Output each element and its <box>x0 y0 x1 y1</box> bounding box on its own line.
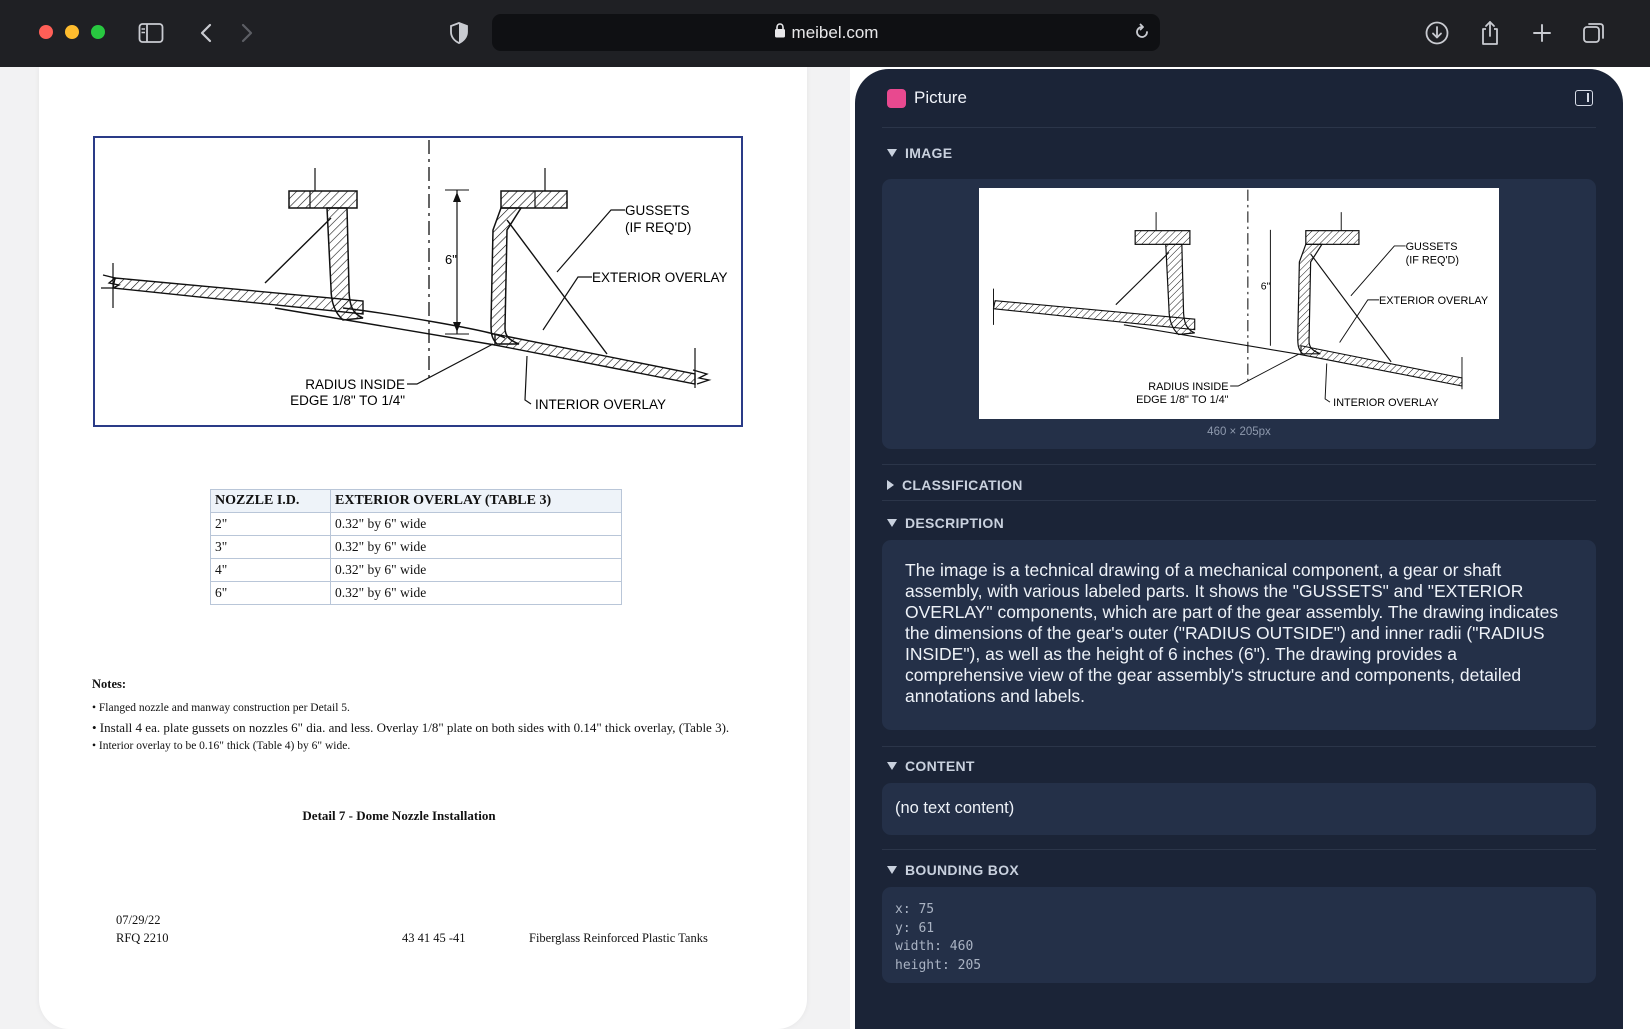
drawing-exterior-label: EXTERIOR OVERLAY <box>592 270 728 285</box>
section-content-toggle[interactable]: CONTENT <box>887 758 975 774</box>
divider <box>882 127 1596 128</box>
image-dimensions: 460 × 205px <box>1207 426 1271 438</box>
section-title: CLASSIFICATION <box>902 477 1023 493</box>
minimize-window-button[interactable] <box>65 25 79 39</box>
note-item: • Interior overlay to be 0.16" thick (Ta… <box>92 740 351 752</box>
footer-rfq: RFQ 2210 <box>116 931 169 945</box>
drawing-radius-label: RADIUS INSIDE <box>305 377 405 392</box>
table-row: 4" 0.32" by 6" wide <box>210 558 622 582</box>
chevron-down-icon <box>887 866 897 874</box>
table-cell: 0.32" by 6" wide <box>330 535 622 559</box>
thumb-radius-edge-label: EDGE 1/8" TO 1/4" <box>1136 394 1229 406</box>
chevron-down-icon <box>887 519 897 527</box>
table-cell: 0.32" by 6" wide <box>330 558 622 582</box>
chevron-right-icon <box>887 480 894 490</box>
thumb-dim-label: 6" <box>1261 281 1271 292</box>
section-title: DESCRIPTION <box>905 515 1004 531</box>
divider <box>882 849 1596 850</box>
drawing-gussets-sub-label: (IF REQ'D) <box>625 220 691 235</box>
download-icon[interactable] <box>1423 19 1451 47</box>
drawing-dim-label: 6" <box>445 252 457 267</box>
table-cell: 6" <box>210 581 331 605</box>
figure-caption: Detail 7 - Dome Nozzle Installation <box>302 808 496 823</box>
back-icon[interactable] <box>192 19 220 47</box>
section-image-toggle[interactable]: IMAGE <box>887 145 952 161</box>
footer-date: 07/29/22 <box>116 913 161 927</box>
thumb-exterior-label: EXTERIOR OVERLAY <box>1379 295 1488 307</box>
content-text: (no text content) <box>895 799 1015 817</box>
divider <box>882 500 1596 501</box>
table-row: 2" 0.32" by 6" wide <box>210 512 622 536</box>
content-card: (no text content) <box>882 783 1596 835</box>
table-cell: 3" <box>210 535 331 559</box>
description-card: The image is a technical drawing of a me… <box>882 540 1596 730</box>
table-header-cell: EXTERIOR OVERLAY (TABLE 3) <box>330 489 622 513</box>
footer-title: Fiberglass Reinforced Plastic Tanks <box>529 931 708 945</box>
bounding-box-card: x: 75 y: 61 width: 460 height: 205 <box>882 887 1596 983</box>
bbox-width: width: 460 <box>895 939 974 954</box>
address-bar[interactable]: meibel.com <box>492 14 1160 51</box>
close-window-button[interactable] <box>39 25 53 39</box>
bbox-y: y: 61 <box>895 920 935 936</box>
panel-toggle-icon[interactable] <box>1575 90 1593 106</box>
notes-section: Notes: • Flanged nozzle and manway const… <box>92 677 742 757</box>
thumb-radius-label: RADIUS INSIDE <box>1148 381 1228 393</box>
table-row: 3" 0.32" by 6" wide <box>210 535 622 559</box>
section-title: IMAGE <box>905 145 953 161</box>
thumb-interior-label: INTERIOR OVERLAY <box>1333 397 1438 409</box>
table-row: 6" 0.32" by 6" wide <box>210 581 622 605</box>
drawing-radius-edge-label: EDGE 1/8" TO 1/4" <box>290 393 405 408</box>
table-header-cell: NOZZLE I.D. <box>210 489 331 513</box>
inspector-panel: Picture IMAGE 6" GUSSETS (IF REQ'D) EXTE… <box>855 69 1623 1029</box>
shield-icon[interactable] <box>445 19 473 47</box>
zoom-window-button[interactable] <box>91 25 105 39</box>
table-cell: 0.32" by 6" wide <box>330 581 622 605</box>
image-thumbnail[interactable]: 6" GUSSETS (IF REQ'D) EXTERIOR OVERLAY R… <box>979 188 1499 419</box>
section-title: BOUNDING BOX <box>905 862 1020 878</box>
table-cell: 4" <box>210 558 331 582</box>
note-item: • Flanged nozzle and manway construction… <box>92 702 350 714</box>
image-preview-card: 6" GUSSETS (IF REQ'D) EXTERIOR OVERLAY R… <box>882 179 1596 449</box>
forward-icon[interactable] <box>233 19 261 47</box>
section-description-toggle[interactable]: DESCRIPTION <box>887 515 1004 531</box>
technical-drawing[interactable]: 6" GUSSETS (IF REQ'D) EXTERIOR OVERLAY R… <box>93 136 743 427</box>
divider <box>882 464 1596 465</box>
description-text: The image is a technical drawing of a me… <box>905 560 1559 706</box>
document-page: 6" GUSSETS (IF REQ'D) EXTERIOR OVERLAY R… <box>39 67 807 1029</box>
share-icon[interactable] <box>1476 19 1504 47</box>
footer-code: 43 41 45 -41 <box>402 931 466 945</box>
section-classification-toggle[interactable]: CLASSIFICATION <box>887 477 1023 493</box>
thumb-gussets-label: GUSSETS <box>1406 241 1458 253</box>
drawing-gussets-label: GUSSETS <box>625 203 690 218</box>
sidebar-icon[interactable] <box>137 19 165 47</box>
chevron-down-icon <box>887 762 897 770</box>
divider <box>882 746 1596 747</box>
tabs-icon[interactable] <box>1580 19 1608 47</box>
browser-toolbar: meibel.com <box>0 0 1650 67</box>
bbox-x: x: 75 <box>895 902 935 917</box>
drawing-interior-label: INTERIOR OVERLAY <box>535 397 666 412</box>
table-cell: 2" <box>210 512 331 536</box>
section-bounding-box-toggle[interactable]: BOUNDING BOX <box>887 862 1019 878</box>
overlay-table: NOZZLE I.D. EXTERIOR OVERLAY (TABLE 3) 2… <box>210 489 622 605</box>
reload-icon[interactable] <box>1132 22 1152 42</box>
section-title: CONTENT <box>905 758 975 774</box>
bounding-box-values: x: 75 y: 61 width: 460 height: 205 <box>895 901 981 975</box>
type-color-swatch <box>887 89 906 108</box>
table-cell: 0.32" by 6" wide <box>330 512 622 536</box>
plus-icon[interactable] <box>1528 19 1556 47</box>
note-item: • Install 4 ea. plate gussets on nozzles… <box>92 720 730 735</box>
lock-icon <box>774 22 786 43</box>
notes-title: Notes: <box>92 677 127 691</box>
panel-header: Picture <box>855 69 1623 127</box>
url-text: meibel.com <box>791 22 879 42</box>
thumb-gussets-sub-label: (IF REQ'D) <box>1406 255 1459 267</box>
panel-title: Picture <box>914 88 967 107</box>
table-header-row: NOZZLE I.D. EXTERIOR OVERLAY (TABLE 3) <box>210 489 622 513</box>
bbox-height: height: 205 <box>895 957 982 973</box>
chevron-down-icon <box>887 149 897 157</box>
